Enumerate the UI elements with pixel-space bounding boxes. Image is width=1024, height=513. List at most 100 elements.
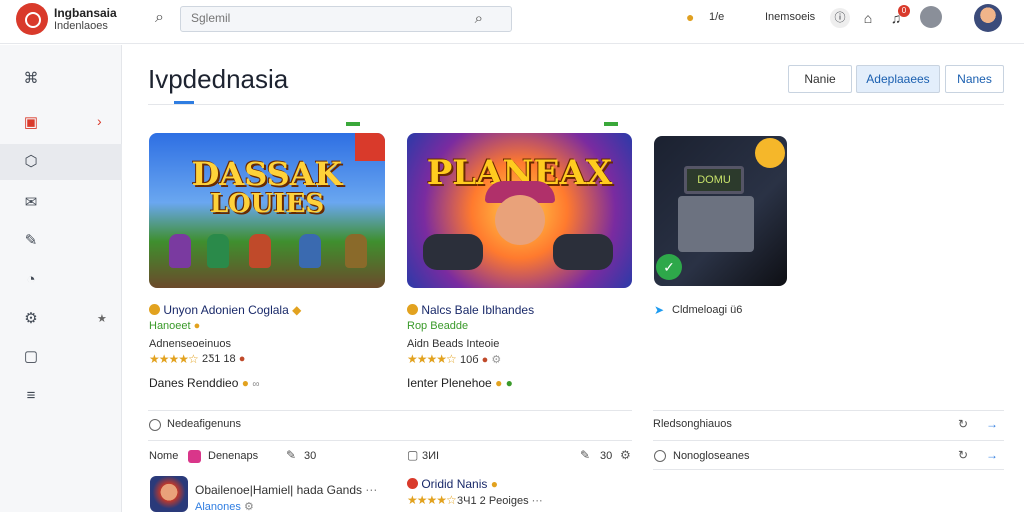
sidebar-item-grid[interactable]: ⌘ (0, 61, 122, 97)
brand-name: Ingbansaia (54, 6, 117, 20)
card-title[interactable]: Nalcs Bale Iblhandes (407, 303, 534, 317)
fire-icon: ● (481, 354, 489, 366)
coin-icon: ● (686, 9, 695, 25)
notification-badge: 0 (898, 5, 910, 17)
brand-tagline: Indenlaoes (54, 20, 108, 32)
card-link[interactable]: Danes Renddieo ● ∞ (149, 376, 259, 390)
sidebar-item-calendar[interactable]: ▣ › (0, 105, 122, 141)
sidebar-item-edit[interactable]: ✎ (0, 223, 122, 259)
row-value: 30 (600, 450, 613, 462)
category-tag-icon (188, 450, 201, 463)
sidebar-item-settings[interactable]: ⚙ ★ (0, 301, 122, 337)
bottom-item-2-title[interactable]: Oridid Nanis ● (407, 477, 498, 491)
header-divider (148, 104, 1004, 105)
arrow-right-icon[interactable]: → (986, 448, 998, 462)
radio-icon[interactable] (654, 450, 666, 462)
section-divider (148, 440, 632, 441)
rating-extra: 2 Peoiges (479, 495, 529, 507)
profile-icon[interactable] (920, 6, 942, 28)
star-icon: ★ (97, 313, 107, 325)
search-submit-icon[interactable]: ⌕ (475, 10, 483, 27)
rating-number: 2Ƽ1 (202, 353, 221, 365)
top-bar: Ingbansaia Indenlaoes ⌕ ⌕ ● 1/e Inemsoei… (0, 0, 1024, 44)
art-title-2: LOUIES (209, 189, 325, 219)
image-icon: ▢ (23, 348, 39, 365)
gear-icon: ⚙ (491, 354, 502, 366)
rating-stars: ★★★★☆ (149, 352, 199, 366)
character-figure (207, 234, 229, 268)
game-card-image-1[interactable]: DASSAK LOUIES (149, 133, 385, 288)
bottom-item-title[interactable]: Obailenoe|Hamiel| hada Gands ⋯ (195, 483, 377, 497)
machine-screen: DOMU (684, 166, 744, 194)
filter-button-1[interactable]: Nanie (788, 65, 852, 93)
card-title-text: Nalcs Bale Iblhandes (421, 303, 535, 317)
more-icon[interactable]: ⋯ (365, 483, 377, 497)
user-name[interactable]: Inemsoeis (765, 11, 815, 23)
rating-number: 10б (460, 354, 479, 366)
bird-icon: ➤ (654, 303, 665, 317)
refresh-icon[interactable]: ↻ (958, 448, 968, 462)
filter-button-3[interactable]: Nanes (945, 65, 1004, 93)
card-rating: 10б ● ⚙ (460, 353, 501, 366)
square-icon[interactable]: ▢ (407, 448, 418, 462)
app-logo[interactable] (16, 3, 48, 35)
coins-value: 1/e (709, 11, 725, 23)
character-figure (249, 234, 271, 268)
game-card-image-3[interactable]: DOMU ✓ (654, 136, 787, 286)
settings-icon: ⚙ (24, 310, 38, 327)
card-title[interactable]: Unyon Adonien Coglala ◆ (149, 303, 301, 317)
rating-stars: ★★★★☆ (407, 352, 457, 366)
info-icon[interactable]: ⓘ (830, 8, 850, 28)
sidebar-item-list[interactable]: ≡ (0, 378, 122, 414)
character-figure (169, 234, 191, 268)
badge-icon: ◆ (292, 303, 302, 317)
settings-icon: ⚙ (243, 501, 254, 513)
card-rating: 2Ƽ1 18 ● (202, 353, 245, 365)
bottom-item-subtitle-text: Alanones (195, 501, 241, 513)
search-box[interactable]: ⌕ (180, 6, 512, 32)
card-title-text: Unyon Adonien Coglala (163, 303, 289, 317)
filter-button-2[interactable]: Adeplaaees (856, 65, 940, 93)
user-avatar[interactable] (974, 4, 1002, 32)
search-input[interactable] (191, 11, 461, 25)
bottom-item-2-title-text: Oridid Nanis (421, 477, 488, 491)
character-face (495, 195, 545, 245)
card-subtitle: Rop Beadde (407, 320, 469, 332)
search-icon[interactable]: ⌕ (155, 9, 164, 27)
box-icon: ⬡ (24, 153, 38, 170)
card-category: Adnenseoeinuos (149, 338, 231, 350)
card-title[interactable]: Cldmeloagi ü6 (672, 304, 742, 316)
emoji-icon: ● (490, 477, 498, 491)
rating-extra: 18 (223, 353, 236, 365)
game-card-image-2[interactable]: PLANEAX (407, 133, 632, 288)
pen-icon[interactable]: ✎ (286, 448, 296, 462)
bottom-item-title-text: Obailenoe|Hamiel| hada Gands (195, 483, 363, 497)
card-link-text: Danes Renddieo (149, 376, 239, 390)
card-link[interactable]: Ienter Plenehoe ● ● (407, 376, 513, 390)
new-tag (346, 122, 360, 126)
radio-icon[interactable] (149, 419, 161, 431)
character-figure (345, 234, 367, 268)
pie-icon: ◔ (26, 271, 36, 288)
sidebar-item-mail[interactable]: ✉ (0, 185, 122, 221)
fire-icon: ● (238, 353, 246, 365)
new-tag (604, 122, 618, 126)
emoji-icon: ● (495, 376, 503, 390)
chevron-right-icon[interactable]: › (97, 113, 102, 129)
sidebar-item-pie[interactable]: ◔ (0, 262, 122, 298)
arrow-right-icon[interactable]: → (986, 417, 998, 431)
game-thumbnail[interactable] (150, 476, 188, 512)
row-label: Nome (149, 450, 179, 462)
emoji-icon: ● (193, 320, 201, 332)
sidebar-item-box[interactable]: ⬡ (0, 144, 122, 180)
store-icon[interactable]: ⌂ (858, 8, 878, 28)
more-icon[interactable]: ⋯ (532, 495, 543, 507)
pen-icon[interactable]: ✎ (580, 448, 590, 462)
refresh-icon[interactable]: ↻ (958, 417, 968, 431)
machine-body (678, 196, 754, 252)
settings-icon[interactable]: ⚙ (620, 448, 631, 462)
check-icon: ✓ (656, 254, 682, 280)
sidebar-item-image[interactable]: ▢ (0, 339, 122, 375)
card-category: Aidn Beads Inteoie (407, 338, 500, 350)
calendar-icon: ▣ (23, 114, 39, 131)
